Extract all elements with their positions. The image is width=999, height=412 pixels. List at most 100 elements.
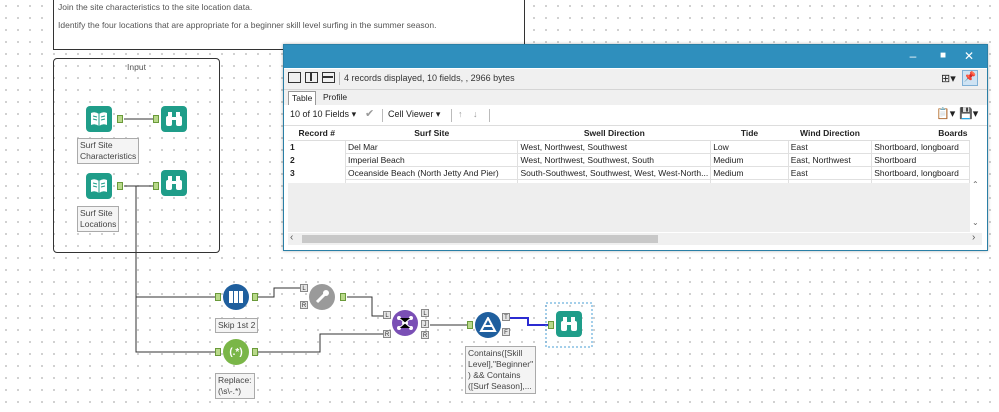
tab-table[interactable]: Table — [288, 91, 317, 105]
arrow-up-icon[interactable]: ↑ — [458, 109, 463, 119]
table-row[interactable]: 2 Imperial Beach West, Northwest, Southw… — [288, 153, 970, 167]
table-cell[interactable]: West, Northwest, Southwest, South — [517, 153, 712, 167]
single-pane-icon[interactable] — [288, 72, 301, 83]
table-cell[interactable]: Medium — [710, 153, 789, 167]
output-anchor[interactable] — [252, 348, 258, 356]
grid-empty-area — [288, 183, 970, 232]
fields-dropdown[interactable]: 10 of 10 Fields ▾ — [290, 109, 356, 120]
join-output-j[interactable]: J — [421, 320, 429, 328]
dynamic-rename-anchor-r[interactable]: R — [300, 301, 308, 309]
dynamic-rename-tool[interactable] — [309, 284, 335, 310]
dynamic-rename-anchor-l[interactable]: L — [300, 284, 308, 292]
expand-icon[interactable]: ⊞▾ — [941, 72, 956, 85]
input-anchor[interactable] — [215, 293, 221, 301]
table-cell[interactable]: Shortboard, longboard — [871, 140, 970, 154]
horizontal-scrollbar[interactable]: ‹ › — [288, 232, 982, 245]
skip-rows-tool[interactable] — [223, 284, 249, 310]
input-anchor[interactable] — [153, 115, 159, 123]
table-cell[interactable]: East — [787, 140, 873, 154]
cell-viewer-dropdown[interactable]: Cell Viewer ▾ — [388, 109, 440, 120]
record-number: 2 — [290, 155, 295, 165]
results-title-bar[interactable]: – ■ ✕ — [284, 45, 987, 68]
table-cell[interactable]: East, Northwest — [787, 153, 873, 167]
toolbar-separator — [339, 72, 340, 85]
table-cell[interactable]: Shortboard, longboard — [871, 166, 970, 180]
input-data-tool-1[interactable] — [86, 106, 112, 132]
table-cell[interactable]: South-Southwest, Southwest, West, West-N… — [517, 166, 712, 180]
binoculars-icon — [166, 176, 182, 190]
join-tool[interactable] — [392, 310, 418, 336]
table-cell[interactable]: Oceanside Beach (North Jetty And Pier) — [344, 166, 519, 180]
output-anchor[interactable] — [340, 293, 346, 301]
copy-icon[interactable]: 📋▾ — [936, 107, 955, 120]
table-row[interactable]: 3 Oceanside Beach (North Jetty And Pier)… — [288, 166, 970, 180]
input-data-tool-2[interactable] — [86, 173, 112, 199]
container-title: Input — [127, 62, 146, 72]
results-tabs: Table Profile — [284, 90, 987, 105]
table-toolbar: 10 of 10 Fields ▾ ✔ Cell Viewer ▾ ↑ ↓ 📋▾… — [284, 106, 987, 126]
browse-tool-1[interactable] — [161, 106, 187, 132]
tab-profile[interactable]: Profile — [320, 91, 350, 104]
split-horizontal-icon[interactable] — [322, 72, 335, 83]
input-anchor[interactable] — [467, 321, 473, 329]
browse-tool-3[interactable] — [556, 311, 582, 337]
split-vertical-icon[interactable] — [305, 72, 318, 83]
join-input-r[interactable]: R — [383, 330, 391, 338]
column-header[interactable]: Wind Direction — [788, 126, 872, 141]
chevron-right-icon[interactable]: › — [972, 232, 975, 243]
book-icon — [91, 179, 107, 193]
table-cell[interactable]: Medium — [710, 166, 789, 180]
vertical-scrollbar[interactable]: ⌃ ⌄ — [970, 126, 982, 232]
input-anchor[interactable] — [548, 321, 554, 329]
table-cell[interactable]: Low — [710, 140, 789, 154]
join-output-l[interactable]: L — [421, 309, 429, 317]
book-icon — [91, 112, 107, 126]
filter-output-t[interactable]: T — [502, 313, 510, 321]
join-icon — [397, 316, 413, 330]
input-anchor[interactable] — [215, 348, 221, 356]
table-cell[interactable]: West, Northwest, Southwest — [517, 140, 712, 154]
filter-output-f[interactable]: F — [502, 328, 510, 336]
columns-icon — [229, 291, 243, 303]
table-row[interactable]: 1 Del Mar West, Northwest, Southwest Low… — [288, 140, 970, 154]
output-anchor[interactable] — [117, 182, 123, 190]
table-cell[interactable]: Imperial Beach — [344, 153, 519, 167]
maximize-icon[interactable]: ■ — [934, 49, 952, 63]
browse-tool-2[interactable] — [161, 170, 187, 196]
binoculars-icon — [166, 112, 182, 126]
table-cell[interactable]: Shortboard — [871, 153, 970, 167]
column-header[interactable]: Record # — [288, 126, 346, 141]
column-header[interactable]: Swell Direction — [517, 126, 711, 141]
chevron-up-icon[interactable]: ⌃ — [972, 180, 979, 189]
column-header[interactable]: Tide — [710, 126, 789, 141]
filter-tool[interactable] — [475, 312, 501, 338]
column-header[interactable]: Surf Site — [345, 126, 518, 141]
pin-icon[interactable]: 📌 — [962, 70, 978, 86]
record-number: 3 — [290, 168, 295, 178]
results-window[interactable]: – ■ ✕ 4 records displayed, 10 fields, , … — [283, 44, 988, 251]
output-anchor[interactable] — [252, 293, 258, 301]
minimize-icon[interactable]: – — [904, 49, 922, 63]
scrollbar-thumb[interactable] — [302, 235, 658, 243]
filter-tool-label: Contains([Skill Level],"Beginner" ) && C… — [465, 346, 537, 394]
checkmark-icon[interactable]: ✔ — [365, 107, 374, 120]
chevron-down-icon: ▾ — [351, 109, 357, 119]
toolbar-separator — [489, 109, 490, 122]
output-anchor[interactable] — [117, 115, 123, 123]
comment-line-2: Identify the four locations that are app… — [58, 20, 437, 30]
chevron-left-icon[interactable]: ‹ — [290, 232, 293, 243]
join-output-r[interactable]: R — [421, 331, 429, 339]
table-cell[interactable]: East — [787, 166, 873, 180]
arrow-down-icon[interactable]: ↓ — [473, 109, 478, 119]
join-input-l[interactable]: L — [383, 311, 391, 319]
regex-tool[interactable]: (.*) — [223, 339, 249, 365]
input-anchor[interactable] — [153, 182, 159, 190]
comment-box[interactable]: Join the site characteristics to the sit… — [53, 0, 525, 50]
close-icon[interactable]: ✕ — [960, 49, 978, 63]
save-icon[interactable]: 💾▾ — [959, 107, 978, 120]
chevron-down-icon: ▾ — [435, 109, 441, 119]
table-cell[interactable]: Del Mar — [344, 140, 519, 154]
chevron-down-icon[interactable]: ⌄ — [972, 218, 979, 227]
column-header[interactable]: Boards — [871, 126, 970, 141]
input-tool-2-label: Surf Site Locations — [77, 206, 120, 232]
